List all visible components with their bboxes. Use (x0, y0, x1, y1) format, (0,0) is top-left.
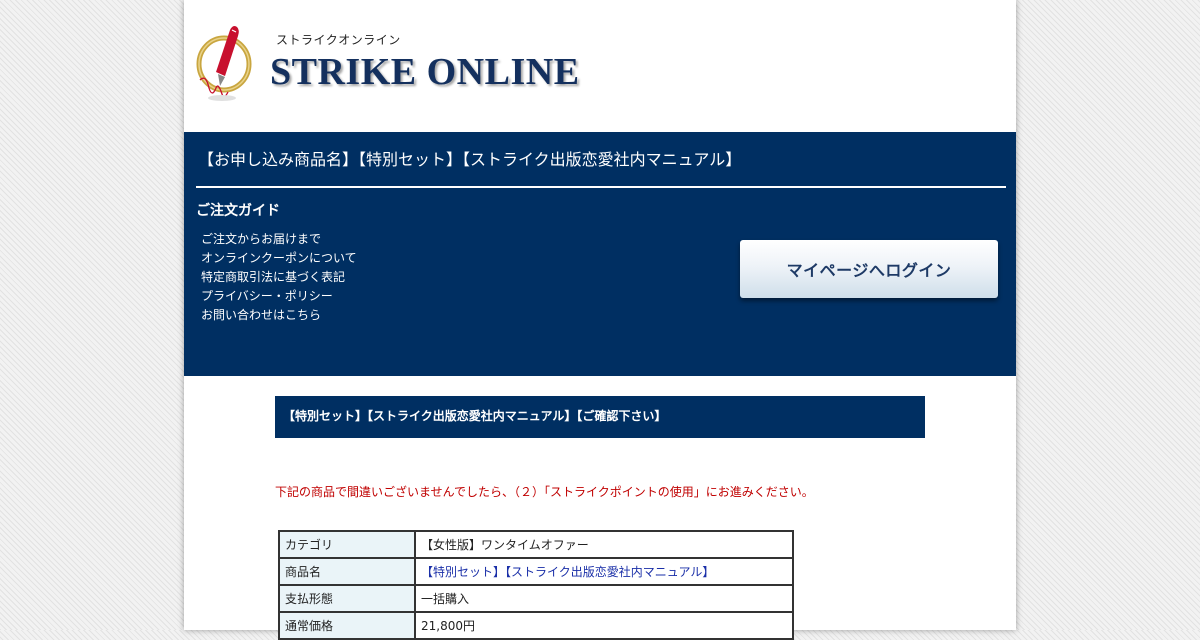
table-row: カテゴリ 【女性版】ワンタイムオファー (278, 530, 794, 559)
row-label: カテゴリ (278, 530, 416, 559)
order-guide-title: ご注文ガイド (196, 203, 280, 219)
page-container: ストライクオンライン STRIKE ONLINE 【お申し込み商品名】【特別セッ… (184, 0, 1016, 640)
table-row: 商品名 【特別セット】【ストライク出版恋愛社内マニュアル】 (278, 557, 794, 586)
table-row: 通常価格 21,800円 (278, 611, 794, 640)
site-header: ストライクオンライン STRIKE ONLINE (184, 0, 1016, 132)
row-value: 21,800円 (414, 611, 794, 640)
row-label: 支払形態 (278, 584, 416, 613)
fountain-pen-icon[interactable] (196, 22, 258, 104)
logo-kana: ストライクオンライン (276, 33, 401, 47)
row-value: 一括購入 (414, 584, 794, 613)
row-label: 商品名 (278, 557, 416, 586)
guide-link-contact[interactable]: お問い合わせはこちら (201, 306, 357, 325)
confirm-notice: 下記の商品で間違いございませんでしたら、（２）「ストライクポイントの使用」にお進… (275, 485, 814, 499)
confirm-heading: 【特別セット】【ストライク出版恋愛社内マニュアル】【ご確認下さい】 (275, 396, 925, 438)
guide-link-coupon[interactable]: オンラインクーポンについて (201, 249, 357, 268)
site-logo-text[interactable]: STRIKE ONLINE (270, 50, 580, 94)
order-summary-table: カテゴリ 【女性版】ワンタイムオファー 商品名 【特別セット】【ストライク出版恋… (278, 530, 794, 640)
divider (196, 186, 1006, 188)
guide-link-privacy[interactable]: プライバシー・ポリシー (201, 287, 357, 306)
row-label: 通常価格 (278, 611, 416, 640)
product-name-heading: 【お申し込み商品名】【特別セット】【ストライク出版恋愛社内マニュアル】 (198, 150, 742, 169)
table-row: 支払形態 一括購入 (278, 584, 794, 613)
mypage-login-button[interactable]: マイページへログイン (740, 240, 998, 298)
guide-link-legal[interactable]: 特定商取引法に基づく表記 (201, 268, 357, 287)
order-guide-panel: 【お申し込み商品名】【特別セット】【ストライク出版恋愛社内マニュアル】 ご注文ガ… (184, 132, 1016, 376)
product-link[interactable]: 【特別セット】【ストライク出版恋愛社内マニュアル】 (421, 565, 714, 579)
row-value: 【特別セット】【ストライク出版恋愛社内マニュアル】 (414, 557, 794, 586)
row-value: 【女性版】ワンタイムオファー (414, 530, 794, 559)
order-guide-links: ご注文からお届けまで オンラインクーポンについて 特定商取引法に基づく表記 プラ… (201, 230, 357, 325)
guide-link-delivery[interactable]: ご注文からお届けまで (201, 230, 357, 249)
